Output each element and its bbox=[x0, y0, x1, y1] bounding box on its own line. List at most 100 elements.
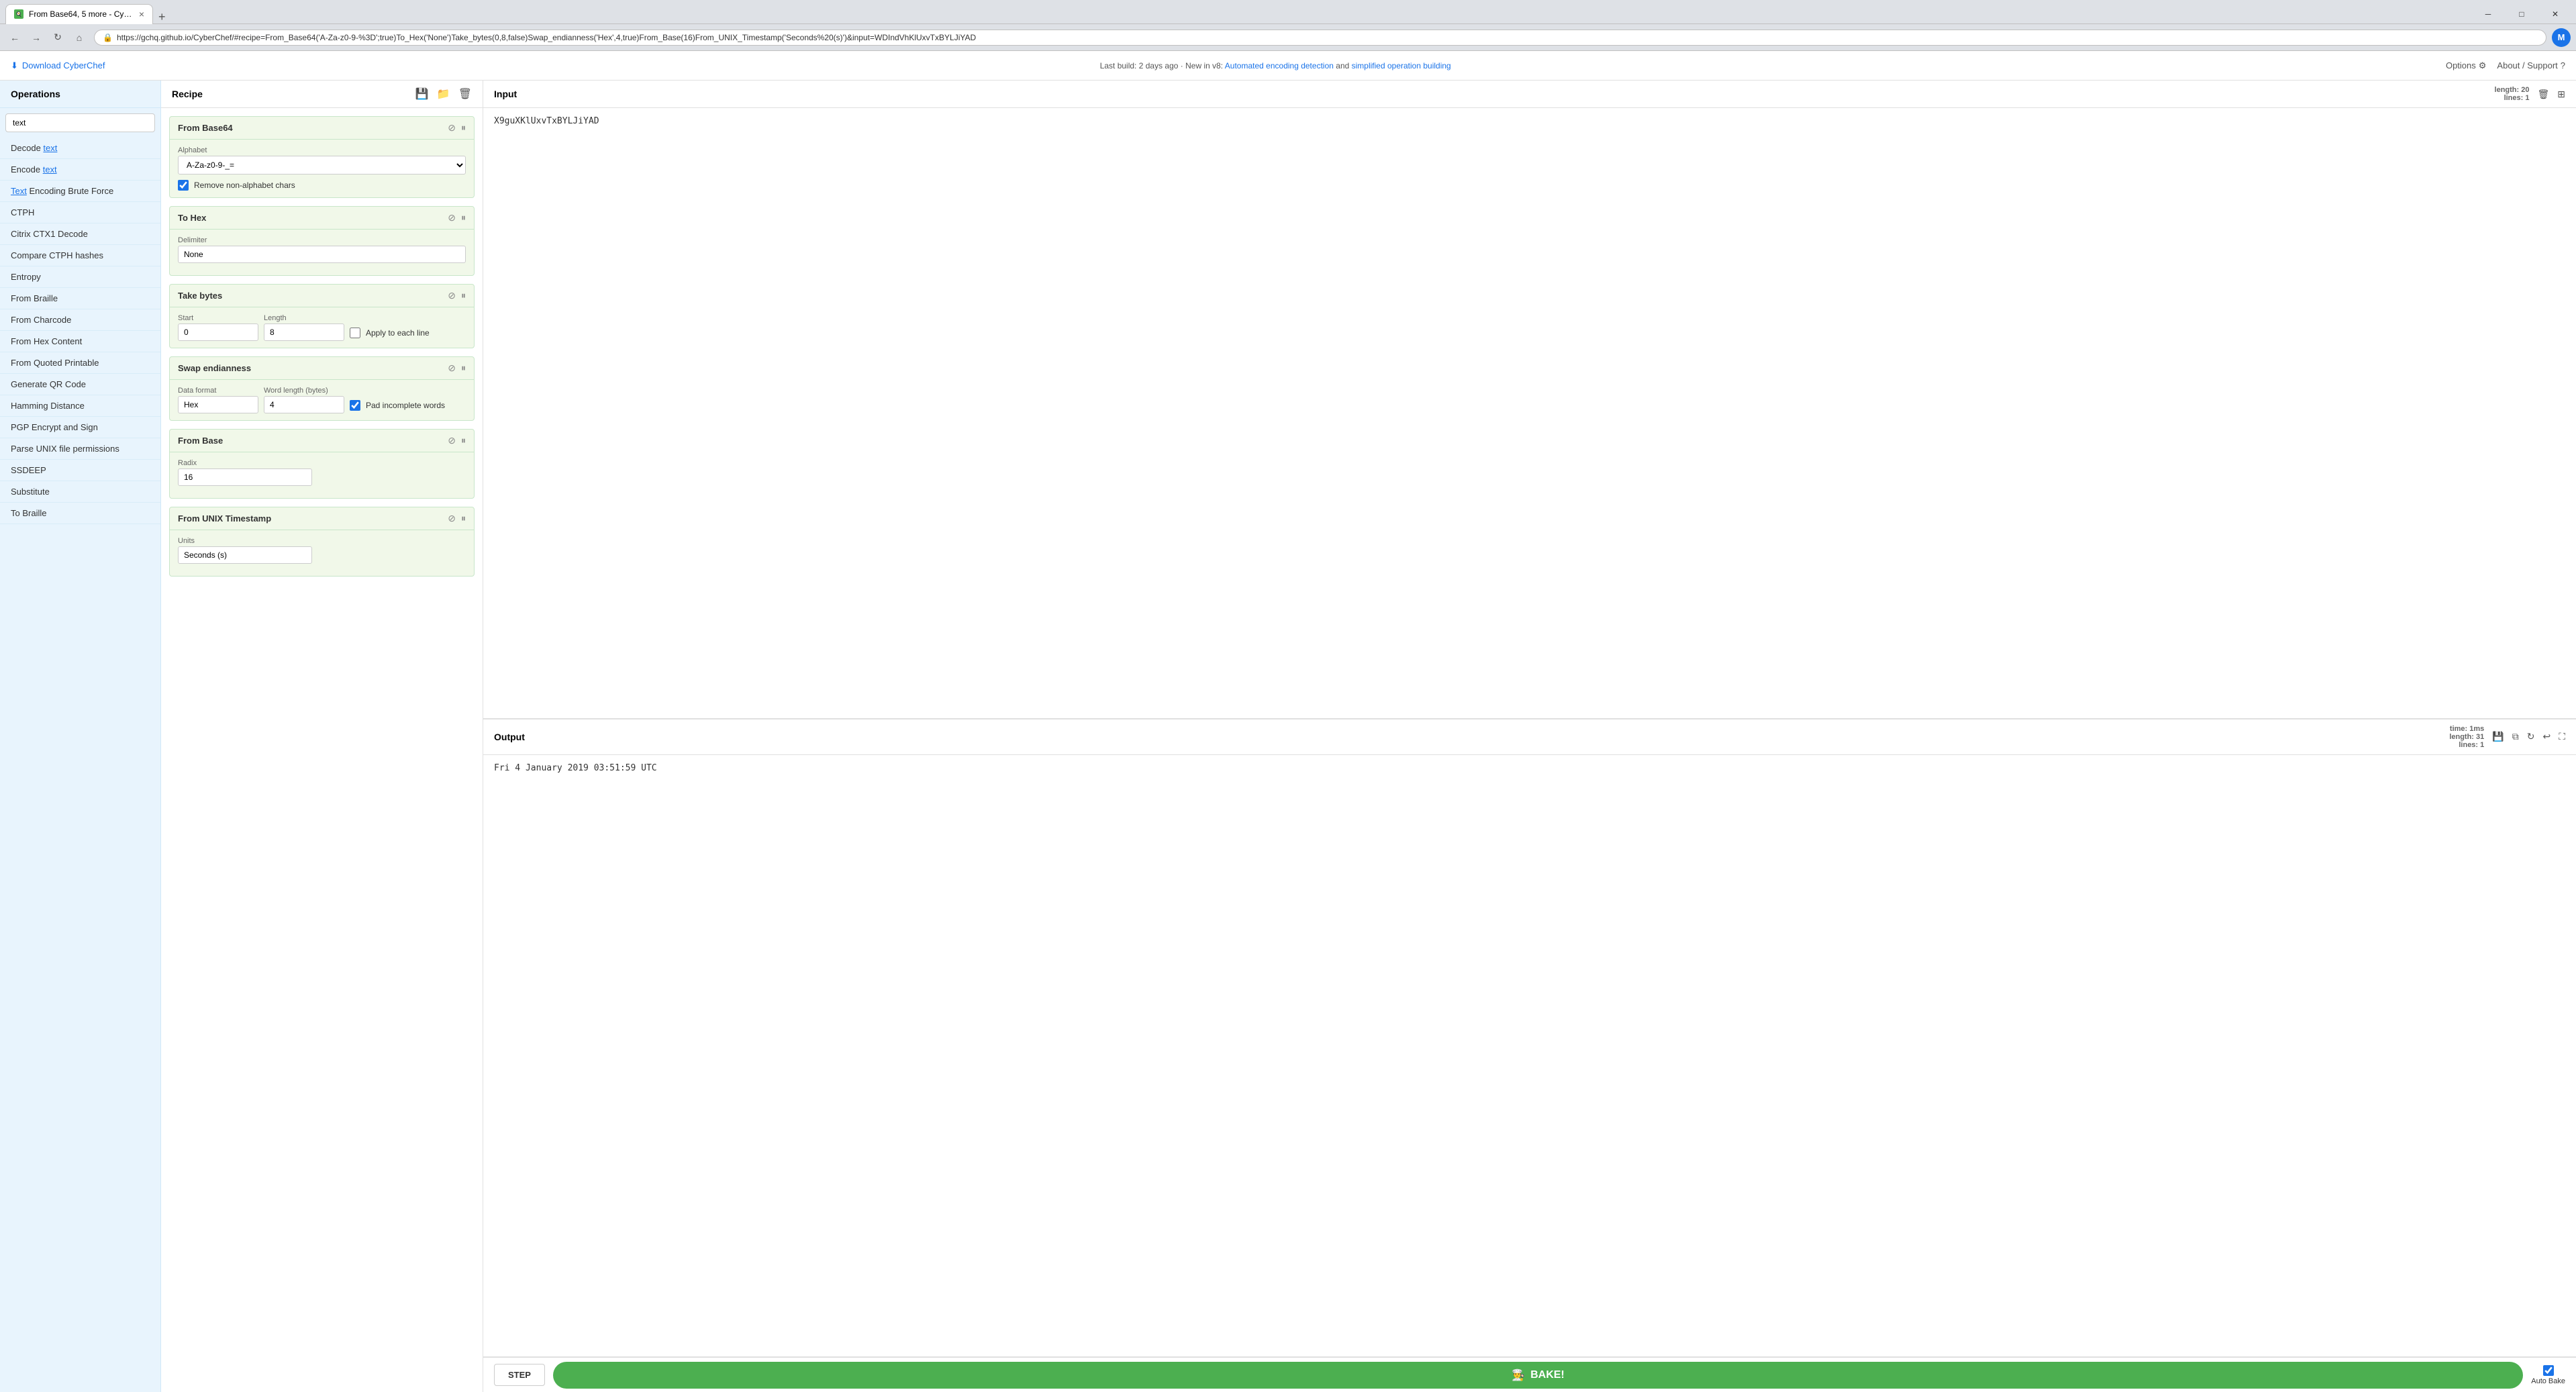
disable-step-swap-endianness-button[interactable]: ⊘ bbox=[448, 362, 456, 374]
load-recipe-button[interactable]: 📁 bbox=[437, 87, 450, 101]
input-textarea[interactable]: X9guXKlUxvTxBYLJiYAD bbox=[483, 108, 2576, 718]
disable-step-from-base64-button[interactable]: ⊘ bbox=[448, 122, 456, 134]
sidebar-item-from-hex-content[interactable]: From Hex Content bbox=[0, 331, 160, 352]
question-icon: ? bbox=[2561, 60, 2565, 70]
sidebar-item-hamming-distance[interactable]: Hamming Distance bbox=[0, 395, 160, 417]
download-cyberchef-button[interactable]: ⬇ Download CyberChef bbox=[11, 60, 105, 71]
recipe-step-swap-endianness: Swap endianness ⊘ ⏸ Data format Word len… bbox=[169, 356, 475, 421]
tab-close-button[interactable]: × bbox=[139, 9, 144, 19]
disable-step-from-base-button[interactable]: ⊘ bbox=[448, 435, 456, 446]
url-bar[interactable]: 🔒 https://gchq.github.io/CyberChef/#reci… bbox=[94, 30, 2546, 46]
clear-input-button[interactable]: 🗑 bbox=[2537, 89, 2549, 100]
output-meta: time: 1ms length: 31 lines: 1 bbox=[2449, 725, 2484, 749]
pause-step-from-base-button[interactable]: ⏸ bbox=[461, 435, 466, 446]
sidebar-item-from-charcode[interactable]: From Charcode bbox=[0, 309, 160, 331]
active-tab[interactable]: 🍳 From Base64, 5 more - CyberChe... × bbox=[5, 4, 153, 24]
decode-text-link[interactable]: text bbox=[43, 143, 57, 153]
step-button[interactable]: STEP bbox=[494, 1364, 545, 1386]
pad-incomplete-checkbox[interactable] bbox=[350, 400, 360, 411]
delimiter-input[interactable] bbox=[178, 246, 466, 263]
bake-button[interactable]: 👨‍🍳 BAKE! bbox=[553, 1362, 2523, 1389]
pause-step-from-base64-button[interactable]: ⏸ bbox=[461, 122, 466, 134]
recipe-header: Recipe 💾 📁 🗑 bbox=[161, 81, 483, 108]
undo-output-button[interactable]: ↩ bbox=[2542, 731, 2550, 742]
step-body-from-unix-timestamp: Units bbox=[170, 530, 474, 576]
radix-input[interactable] bbox=[178, 468, 312, 486]
pause-step-take-bytes-button[interactable]: ⏸ bbox=[461, 290, 466, 301]
sidebar-item-from-quoted-printable[interactable]: From Quoted Printable bbox=[0, 352, 160, 374]
sidebar-item-pgp-encrypt-and-sign[interactable]: PGP Encrypt and Sign bbox=[0, 417, 160, 438]
back-button[interactable]: ← bbox=[5, 28, 24, 47]
close-button[interactable]: ✕ bbox=[2540, 4, 2571, 24]
maximize-button[interactable]: □ bbox=[2506, 4, 2537, 24]
data-format-field: Data format bbox=[178, 387, 258, 413]
start-input[interactable] bbox=[178, 324, 258, 341]
profile-button[interactable]: M bbox=[2552, 28, 2571, 47]
tab-title: From Base64, 5 more - CyberChe... bbox=[29, 9, 134, 19]
top-bar: ⬇ Download CyberChef Last build: 2 days … bbox=[0, 51, 2576, 81]
options-button[interactable]: Options ⚙ bbox=[2446, 60, 2486, 71]
apply-each-line-checkbox[interactable] bbox=[350, 328, 360, 338]
sidebar-item-generate-qr-code[interactable]: Generate QR Code bbox=[0, 374, 160, 395]
length-input[interactable] bbox=[264, 324, 344, 341]
alphabet-select[interactable]: A-Za-z0-9-_= bbox=[178, 156, 466, 175]
disable-step-from-unix-timestamp-button[interactable]: ⊘ bbox=[448, 513, 456, 524]
switch-io-button[interactable]: ↻ bbox=[2527, 731, 2535, 742]
about-support-button[interactable]: About / Support ? bbox=[2497, 60, 2565, 71]
pad-incomplete-row: Pad incomplete words bbox=[350, 400, 445, 411]
sidebar-item-compare-ctph-hashes[interactable]: Compare CTPH hashes bbox=[0, 245, 160, 266]
step-header-to-hex: To Hex ⊘ ⏸ bbox=[170, 207, 474, 230]
encode-text-link[interactable]: text bbox=[43, 164, 57, 175]
text-encoding-link[interactable]: Text bbox=[11, 186, 27, 196]
step-body-to-hex: Delimiter bbox=[170, 230, 474, 275]
sidebar-item-ssdeep[interactable]: SSDEEP bbox=[0, 460, 160, 481]
lock-icon: 🔒 bbox=[103, 33, 113, 42]
input-title: Input bbox=[494, 89, 517, 99]
remove-non-alphabet-checkbox[interactable] bbox=[178, 180, 189, 191]
io-section: Input length: 20 lines: 1 🗑 ⊞ X9guXKlUxv… bbox=[483, 81, 2576, 1392]
clear-recipe-button[interactable]: 🗑 bbox=[458, 87, 472, 101]
disable-step-to-hex-button[interactable]: ⊘ bbox=[448, 212, 456, 223]
copy-output-button[interactable]: ⧉ bbox=[2512, 731, 2519, 742]
pause-step-from-unix-timestamp-button[interactable]: ⏸ bbox=[461, 513, 466, 524]
forward-button[interactable]: → bbox=[27, 28, 46, 47]
sidebar-item-entropy[interactable]: Entropy bbox=[0, 266, 160, 288]
expand-output-button[interactable]: ⛶ bbox=[2559, 731, 2565, 742]
sidebar-item-from-braille[interactable]: From Braille bbox=[0, 288, 160, 309]
sidebar-item-text-encoding-brute-force[interactable]: Text Encoding Brute Force bbox=[0, 181, 160, 202]
sidebar-item-substitute[interactable]: Substitute bbox=[0, 481, 160, 503]
disable-step-take-bytes-button[interactable]: ⊘ bbox=[448, 290, 456, 301]
recipe-step-to-hex: To Hex ⊘ ⏸ Delimiter bbox=[169, 206, 475, 276]
sidebar-item-to-braille[interactable]: To Braille bbox=[0, 503, 160, 524]
recipe-step-from-base64: From Base64 ⊘ ⏸ Alphabet A-Za-z0-9-_= bbox=[169, 116, 475, 198]
step-header-from-unix-timestamp: From UNIX Timestamp ⊘ ⏸ bbox=[170, 507, 474, 530]
new-tab-button[interactable]: + bbox=[153, 10, 171, 24]
browser-chrome: 🍳 From Base64, 5 more - CyberChe... × + … bbox=[0, 0, 2576, 24]
word-length-input[interactable] bbox=[264, 396, 344, 413]
save-recipe-button[interactable]: 💾 bbox=[415, 87, 429, 101]
search-input[interactable] bbox=[5, 113, 155, 132]
toggle-input-view-button[interactable]: ⊞ bbox=[2557, 89, 2565, 100]
simplified-operation-link[interactable]: simplified operation building bbox=[1352, 61, 1451, 70]
home-button[interactable]: ⌂ bbox=[70, 28, 89, 47]
auto-bake-checkbox[interactable] bbox=[2543, 1365, 2554, 1376]
units-input[interactable] bbox=[178, 546, 312, 564]
sidebar-item-ctph[interactable]: CTPH bbox=[0, 202, 160, 223]
minimize-button[interactable]: ─ bbox=[2473, 4, 2504, 24]
data-format-input[interactable] bbox=[178, 396, 258, 413]
recipe-step-from-unix-timestamp: From UNIX Timestamp ⊘ ⏸ Units bbox=[169, 507, 475, 577]
pause-step-to-hex-button[interactable]: ⏸ bbox=[461, 212, 466, 223]
io-panels: Input length: 20 lines: 1 🗑 ⊞ X9guXKlUxv… bbox=[483, 81, 2576, 1357]
pause-step-swap-endianness-button[interactable]: ⏸ bbox=[461, 362, 466, 374]
input-lines-display: lines: 1 bbox=[2495, 94, 2530, 102]
automated-encoding-link[interactable]: Automated encoding detection bbox=[1225, 61, 1334, 70]
reload-button[interactable]: ↻ bbox=[48, 28, 67, 47]
sidebar-item-encode-text[interactable]: Encode text bbox=[0, 159, 160, 181]
output-textarea[interactable]: Fri 4 January 2019 03:51:59 UTC bbox=[483, 755, 2576, 1357]
sidebar-item-decode-text[interactable]: Decode text bbox=[0, 138, 160, 159]
bottom-bar: STEP 👨‍🍳 BAKE! Auto Bake bbox=[483, 1357, 2576, 1392]
sidebar-item-parse-unix-file-permissions[interactable]: Parse UNIX file permissions bbox=[0, 438, 160, 460]
save-output-button[interactable]: 💾 bbox=[2492, 731, 2504, 742]
sidebar-item-citrix-ctx1-decode[interactable]: Citrix CTX1 Decode bbox=[0, 223, 160, 245]
step-body-swap-endianness: Data format Word length (bytes) Pad inco… bbox=[170, 380, 474, 420]
